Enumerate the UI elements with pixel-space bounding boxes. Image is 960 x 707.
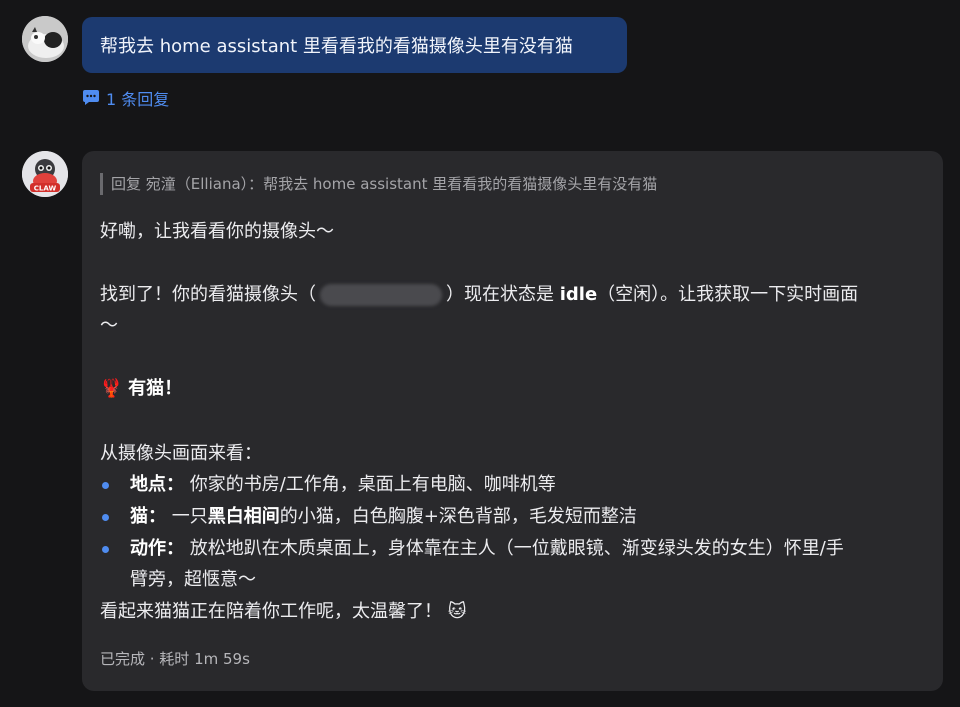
list-item-cat: 猫： 一只黑白相间的小猫，白色胸腹+深色背部，毛发短而整洁 (130, 504, 637, 530)
list-bullet (102, 482, 109, 489)
list-item-action-wrap: 臂旁，超惬意～ (130, 569, 256, 590)
item-label: 地点： (130, 474, 184, 495)
user-message-text: 帮我去 home assistant 里看看我的看猫摄像头里有没有猫 (100, 36, 573, 57)
cat-avatar-image (22, 16, 68, 62)
completion-status: 已完成 · 耗时 1m 59s (100, 650, 250, 668)
user-message-bubble: 帮我去 home assistant 里看看我的看猫摄像头里有没有猫 (82, 17, 627, 73)
result-heading: 🦞 有猫！ (100, 376, 182, 402)
list-bullet (102, 546, 109, 553)
list-bullet (102, 514, 109, 521)
item-text: 放松地趴在木质桌面上，身体靠在主人（一位戴眼镜、渐变绿头发的女生）怀里/手 (189, 538, 844, 559)
bot-avatar[interactable]: CLAW (22, 151, 68, 197)
item-bold: 黑白相间 (207, 506, 280, 527)
cat-emoji: 🐱 (447, 601, 467, 622)
avatar-badge-text: CLAW (34, 185, 57, 193)
line-2-part-a: 找到了！你的看猫摄像头（ (100, 284, 316, 305)
item-label: 动作： (130, 538, 184, 559)
camera-status-idle: idle (559, 284, 598, 305)
result-heading-text: 有猫！ (128, 378, 183, 399)
line-2-part-b: ）现在状态是 (446, 284, 560, 305)
bot-message-card: 回复 宛潼（Elliana）：帮我去 home assistant 里看看我的看… (82, 151, 943, 691)
list-item-location: 地点： 你家的书房/工作角，桌面上有电脑、咖啡机等 (130, 472, 556, 498)
reply-quote[interactable]: 回复 宛潼（Elliana）：帮我去 home assistant 里看看我的看… (100, 173, 657, 195)
reply-quote-text: 回复 宛潼（Elliana）：帮我去 home assistant 里看看我的看… (111, 175, 658, 193)
reply-count-label: 1 条回复 (106, 90, 170, 109)
redacted-camera-name (320, 284, 442, 306)
lobster-avatar-image: CLAW (22, 151, 68, 197)
section-intro: 从摄像头画面来看： (100, 443, 262, 464)
message-line-1: 好嘞，让我看看你的摄像头～ (100, 221, 334, 242)
chat-bubble-icon (83, 90, 99, 105)
item-label: 猫： (130, 506, 166, 527)
item-text: 你家的书房/工作角，桌面上有电脑、咖啡机等 (189, 474, 556, 495)
item-text-b: 的小猫，白色胸腹+深色背部，毛发短而整洁 (279, 506, 637, 527)
message-line-2-wrap: ～ (100, 315, 118, 336)
closing-text: 看起来猫猫正在陪着你工作呢，太温馨了！ (100, 601, 442, 622)
line-2-part-c: （空闲）。让我获取一下实时画面 (597, 284, 859, 305)
message-line-2: 找到了！你的看猫摄像头（ ）现在状态是 idle（空闲）。让我获取一下实时画面 (100, 282, 858, 308)
closing-line: 看起来猫猫正在陪着你工作呢，太温馨了！ 🐱 (100, 599, 467, 625)
item-text-a: 一只 (171, 506, 208, 527)
list-item-action: 动作： 放松地趴在木质桌面上，身体靠在主人（一位戴眼镜、渐变绿头发的女生）怀里/… (130, 536, 844, 562)
user-avatar[interactable] (22, 16, 68, 62)
thread-replies-link[interactable]: 1 条回复 (82, 86, 169, 110)
lobster-emoji: 🦞 (100, 378, 123, 399)
